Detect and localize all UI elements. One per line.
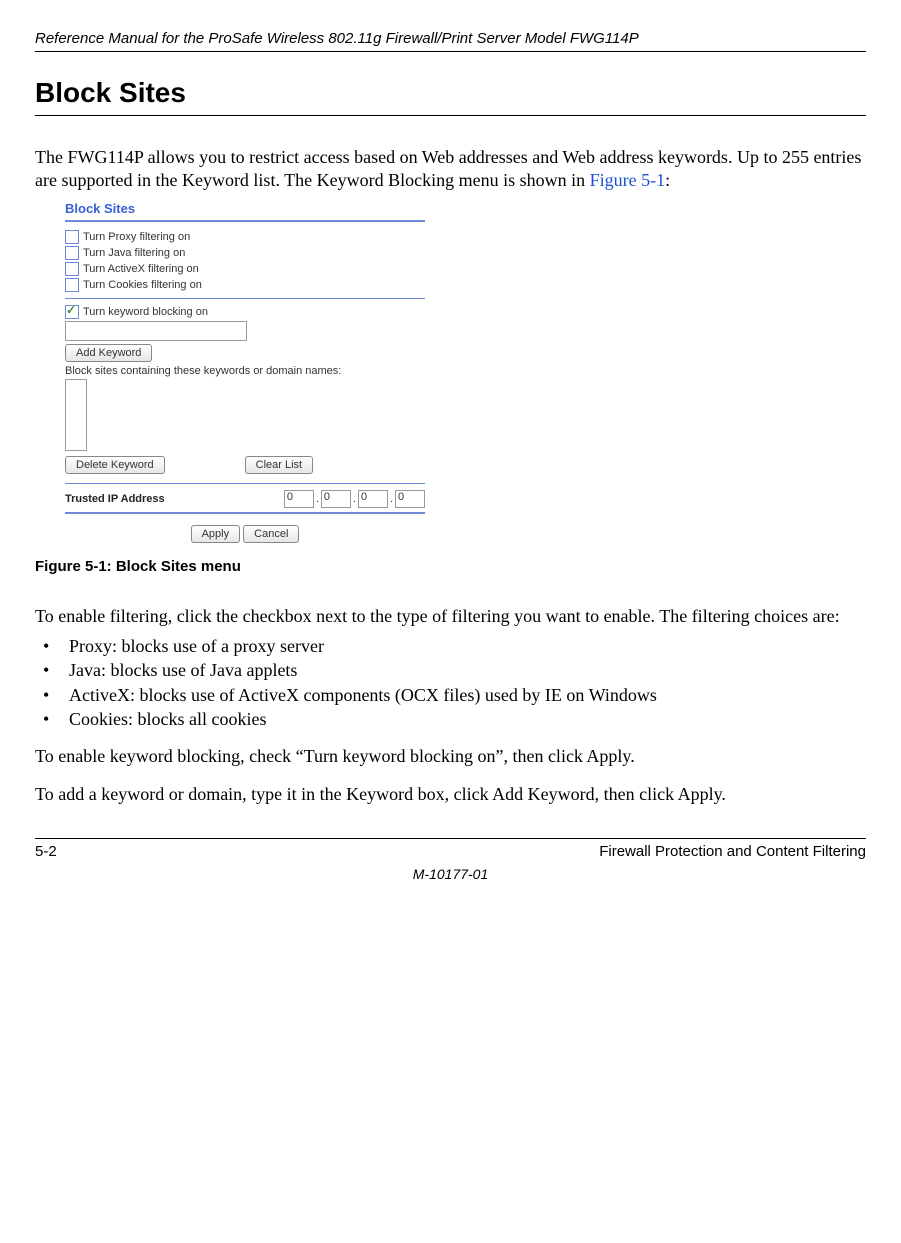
cookies-checkbox[interactable]: [65, 278, 79, 292]
java-checkbox[interactable]: [65, 246, 79, 260]
block-sites-containing-label: Block sites containing these keywords or…: [65, 365, 425, 377]
screenshot-rule-bottom: [65, 512, 425, 514]
ip-dot: .: [353, 493, 356, 505]
header-rule: [35, 51, 866, 52]
activex-checkbox[interactable]: [65, 262, 79, 276]
page-number: 5-2: [35, 843, 57, 860]
cookies-filter-row: Turn Cookies filtering on: [65, 278, 425, 292]
trusted-ip-fields: 0. 0. 0. 0: [284, 490, 425, 508]
document-number: M-10177-01: [35, 866, 866, 882]
intro-tail: :: [665, 170, 670, 190]
java-filter-row: Turn Java filtering on: [65, 246, 425, 260]
footer-rule: [35, 838, 866, 839]
delete-keyword-button[interactable]: Delete Keyword: [65, 456, 165, 474]
screenshot-title: Block Sites: [65, 201, 425, 216]
ip-octet-3[interactable]: 0: [358, 490, 388, 508]
cookies-label: Turn Cookies filtering on: [83, 279, 202, 291]
list-item: Java: blocks use of Java applets: [35, 658, 866, 682]
enable-keyword-paragraph: To enable keyword blocking, check “Turn …: [35, 745, 866, 768]
cancel-button[interactable]: Cancel: [243, 525, 299, 543]
intro-text: The FWG114P allows you to restrict acces…: [35, 147, 861, 190]
ip-octet-2[interactable]: 0: [321, 490, 351, 508]
apply-button[interactable]: Apply: [191, 525, 241, 543]
screenshot-divider-1: [65, 298, 425, 299]
proxy-filter-row: Turn Proxy filtering on: [65, 230, 425, 244]
keyword-listbox[interactable]: [65, 379, 87, 451]
screenshot-rule: [65, 220, 425, 222]
clear-list-button[interactable]: Clear List: [245, 456, 313, 474]
list-item: ActiveX: blocks use of ActiveX component…: [35, 683, 866, 707]
proxy-label: Turn Proxy filtering on: [83, 231, 190, 243]
ip-dot: .: [316, 493, 319, 505]
ip-octet-4[interactable]: 0: [395, 490, 425, 508]
figure-reference-link[interactable]: Figure 5-1: [590, 170, 666, 190]
list-item: Cookies: blocks all cookies: [35, 707, 866, 731]
block-sites-screenshot: Block Sites Turn Proxy filtering on Turn…: [65, 201, 425, 546]
ip-octet-1[interactable]: 0: [284, 490, 314, 508]
running-head: Reference Manual for the ProSafe Wireles…: [35, 30, 866, 47]
add-keyword-button[interactable]: Add Keyword: [65, 344, 152, 362]
chapter-title: Firewall Protection and Content Filterin…: [599, 843, 866, 860]
intro-paragraph: The FWG114P allows you to restrict acces…: [35, 146, 866, 193]
screenshot-divider-2: [65, 483, 425, 484]
ip-dot: .: [390, 493, 393, 505]
activex-filter-row: Turn ActiveX filtering on: [65, 262, 425, 276]
apply-cancel-row: Apply Cancel: [65, 522, 425, 546]
section-title: Block Sites: [35, 77, 866, 109]
footer-row: 5-2 Firewall Protection and Content Filt…: [35, 843, 866, 860]
keyword-blocking-row: Turn keyword blocking on: [65, 305, 425, 319]
java-label: Turn Java filtering on: [83, 247, 185, 259]
figure-caption: Figure 5-1: Block Sites menu: [35, 558, 866, 575]
trusted-ip-label: Trusted IP Address: [65, 493, 165, 505]
keyword-label: Turn keyword blocking on: [83, 306, 208, 318]
keyword-checkbox[interactable]: [65, 305, 79, 319]
section-rule: [35, 115, 866, 116]
keyword-input[interactable]: [65, 321, 247, 341]
add-keyword-paragraph: To add a keyword or domain, type it in t…: [35, 783, 866, 806]
proxy-checkbox[interactable]: [65, 230, 79, 244]
activex-label: Turn ActiveX filtering on: [83, 263, 199, 275]
enable-filtering-paragraph: To enable filtering, click the checkbox …: [35, 605, 866, 628]
filtering-choices-list: Proxy: blocks use of a proxy server Java…: [35, 634, 866, 731]
list-item: Proxy: blocks use of a proxy server: [35, 634, 866, 658]
